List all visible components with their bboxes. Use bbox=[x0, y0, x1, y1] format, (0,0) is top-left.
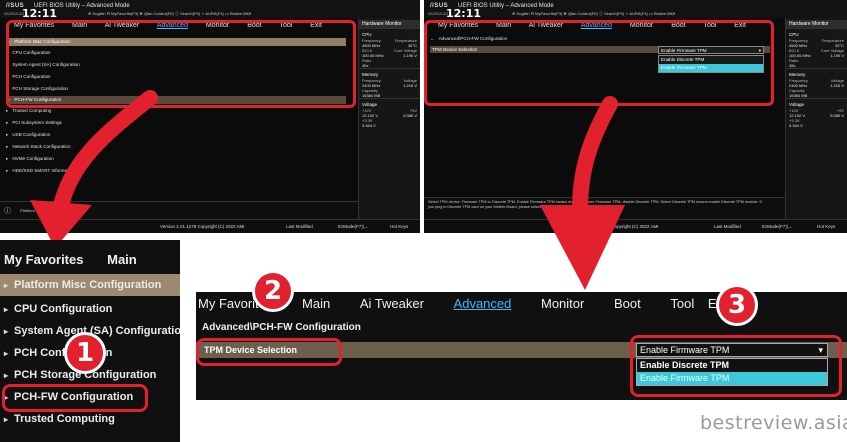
zoom-item-label: CPU Configuration bbox=[14, 303, 113, 315]
tab-tool[interactable]: Tool bbox=[670, 296, 694, 311]
tab-ai-tweaker[interactable]: Ai Tweaker bbox=[360, 296, 424, 311]
step-badge-1: 1 bbox=[64, 332, 106, 374]
highlight-frame-tpm-label bbox=[196, 338, 342, 366]
zoom-item-label: Trusted Computing bbox=[14, 413, 115, 425]
tab-my-favorites[interactable]: My Favorites bbox=[4, 252, 83, 267]
curved-arrow-right-path bbox=[572, 96, 618, 218]
tab-advanced[interactable]: Advanced bbox=[454, 296, 512, 311]
breadcrumb: Advanced\PCH-FW Configuration bbox=[202, 322, 361, 333]
zoom-menubar: My Favorites Main bbox=[4, 252, 137, 267]
zoom-item-platform-misc[interactable]: ▸ Platform Misc Configuration bbox=[0, 274, 180, 296]
watermark-text: bestreview.asia bbox=[700, 412, 847, 434]
step-badge-3: 3 bbox=[716, 284, 758, 326]
curved-arrow-left-path bbox=[52, 90, 158, 218]
tab-boot[interactable]: Boot bbox=[614, 296, 641, 311]
tab-monitor[interactable]: Monitor bbox=[541, 296, 584, 311]
curved-arrow-right-head bbox=[540, 205, 625, 290]
step-badge-2: 2 bbox=[252, 270, 294, 312]
tab-main[interactable]: Main bbox=[107, 252, 137, 267]
tab-main[interactable]: Main bbox=[302, 296, 330, 311]
tutorial-canvas: /ISUS UEFI BIOS Utility – Advanced Mode … bbox=[0, 0, 847, 442]
highlight-frame-pch-fw bbox=[2, 384, 148, 412]
zoom-item-cpu[interactable]: ▸ CPU Configuration bbox=[0, 298, 112, 320]
zoom-item-label: Platform Misc Configuration bbox=[14, 279, 162, 291]
highlight-frame-tpm-dropdown bbox=[630, 335, 842, 397]
